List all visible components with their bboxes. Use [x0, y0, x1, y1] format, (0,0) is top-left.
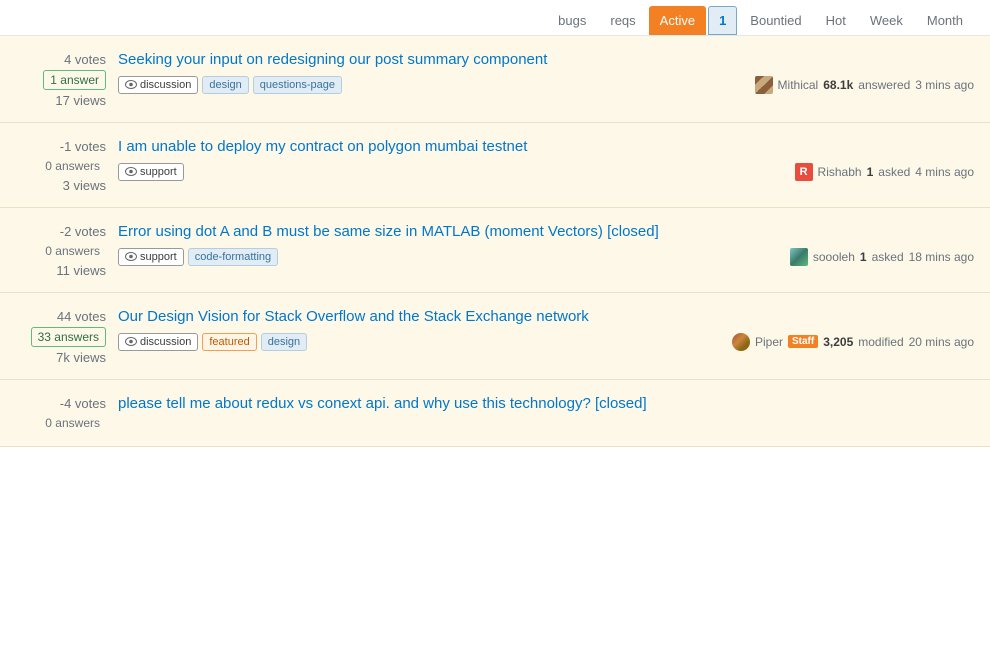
question-title[interactable]: please tell me about redux vs conext api… [118, 394, 974, 414]
answers-badge: 0 answers [39, 157, 106, 175]
user-name: soooleh [813, 250, 855, 264]
tags-and-meta: support code-formatting soooleh 1 asked … [118, 248, 974, 266]
time-text: 20 mins ago [909, 335, 974, 349]
question-stats: 44 votes 33 answers 7k views [16, 307, 106, 365]
tag-label: support [140, 166, 177, 178]
question-stats: 4 votes 1 answer 17 views [16, 50, 106, 108]
tab-notification[interactable]: 1 [708, 6, 737, 35]
vote-count: 4 votes [64, 52, 106, 67]
tag-featured[interactable]: featured [202, 333, 256, 351]
views-count: 7k views [56, 350, 106, 365]
action-text: asked [878, 165, 910, 179]
question-row: -2 votes 0 answers 11 views Error using … [0, 208, 990, 293]
question-title[interactable]: I am unable to deploy my contract on pol… [118, 137, 974, 157]
tag-discussion[interactable]: discussion [118, 76, 198, 94]
question-row: -1 votes 0 answers 3 views I am unable t… [0, 123, 990, 208]
tag-label: support [140, 251, 177, 263]
tag-design[interactable]: design [202, 76, 248, 94]
question-row: 44 votes 33 answers 7k views Our Design … [0, 293, 990, 380]
action-text: answered [858, 78, 910, 92]
tab-active[interactable]: Active [649, 6, 706, 35]
avatar [755, 76, 773, 94]
tag-discussion[interactable]: discussion [118, 333, 198, 351]
user-rep: 1 [860, 250, 867, 264]
tags-and-meta: discussion featured design Piper Staff 3… [118, 333, 974, 351]
question-row: 4 votes 1 answer 17 views Seeking your i… [0, 36, 990, 123]
eye-icon [125, 167, 137, 176]
tab-bugs[interactable]: bugs [547, 6, 597, 35]
eye-icon [125, 80, 137, 89]
question-stats: -2 votes 0 answers 11 views [16, 222, 106, 278]
question-content: Seeking your input on redesigning our po… [118, 50, 974, 94]
meta-info: soooleh 1 asked 18 mins ago [790, 248, 974, 266]
question-content: Our Design Vision for Stack Overflow and… [118, 307, 974, 351]
tag-label: discussion [140, 336, 191, 348]
staff-badge: Staff [788, 335, 818, 348]
answers-badge: 33 answers [31, 327, 106, 347]
avatar: R [795, 163, 813, 181]
tab-bountied[interactable]: Bountied [739, 6, 812, 35]
question-stats: -4 votes 0 answers [16, 394, 106, 432]
tab-reqs[interactable]: reqs [599, 6, 646, 35]
question-content: Error using dot A and B must be same siz… [118, 222, 974, 266]
tag-questions-page[interactable]: questions-page [253, 76, 342, 94]
views-count: 11 views [56, 263, 106, 278]
answers-badge: 0 answers [39, 414, 106, 432]
user-name: Mithical [778, 78, 819, 92]
user-name: Rishabh [818, 165, 862, 179]
vote-count: -2 votes [60, 224, 106, 239]
vote-count: -4 votes [60, 396, 106, 411]
question-content: I am unable to deploy my contract on pol… [118, 137, 974, 181]
meta-info: Mithical 68.1k answered 3 mins ago [755, 76, 974, 94]
avatar [790, 248, 808, 266]
meta-info: R Rishabh 1 asked 4 mins ago [795, 163, 974, 181]
tag-support[interactable]: support [118, 163, 184, 181]
meta-info: Piper Staff 3,205 modified 20 mins ago [732, 333, 974, 351]
answers-badge: 1 answer [43, 70, 106, 90]
tab-bar: bugs reqs Active 1 Bountied Hot Week Mon… [0, 0, 990, 36]
action-text: asked [872, 250, 904, 264]
eye-icon [125, 337, 137, 346]
tag-design[interactable]: design [261, 333, 307, 351]
time-text: 18 mins ago [909, 250, 974, 264]
vote-count: 44 votes [57, 309, 106, 324]
tag-label: discussion [140, 79, 191, 91]
question-row: -4 votes 0 answers please tell me about … [0, 380, 990, 447]
question-content: please tell me about redux vs conext api… [118, 394, 974, 420]
questions-list: 4 votes 1 answer 17 views Seeking your i… [0, 36, 990, 447]
tab-month[interactable]: Month [916, 6, 974, 35]
time-text: 3 mins ago [915, 78, 974, 92]
vote-count: -1 votes [60, 139, 106, 154]
tag-support[interactable]: support [118, 248, 184, 266]
views-count: 3 views [63, 178, 106, 193]
user-name: Piper [755, 335, 783, 349]
tags-and-meta: support R Rishabh 1 asked 4 mins ago [118, 163, 974, 181]
question-title[interactable]: Our Design Vision for Stack Overflow and… [118, 307, 974, 327]
question-stats: -1 votes 0 answers 3 views [16, 137, 106, 193]
question-title[interactable]: Error using dot A and B must be same siz… [118, 222, 974, 242]
question-title[interactable]: Seeking your input on redesigning our po… [118, 50, 974, 70]
user-rep: 3,205 [823, 335, 853, 349]
tag-code-formatting[interactable]: code-formatting [188, 248, 278, 266]
answers-badge: 0 answers [39, 242, 106, 260]
user-rep: 1 [867, 165, 874, 179]
tab-hot[interactable]: Hot [815, 6, 857, 35]
eye-icon [125, 252, 137, 261]
avatar [732, 333, 750, 351]
action-text: modified [858, 335, 903, 349]
views-count: 17 views [55, 93, 106, 108]
tags-and-meta: discussion design questions-page Mithica… [118, 76, 974, 94]
user-rep: 68.1k [823, 78, 853, 92]
tab-week[interactable]: Week [859, 6, 914, 35]
time-text: 4 mins ago [915, 165, 974, 179]
